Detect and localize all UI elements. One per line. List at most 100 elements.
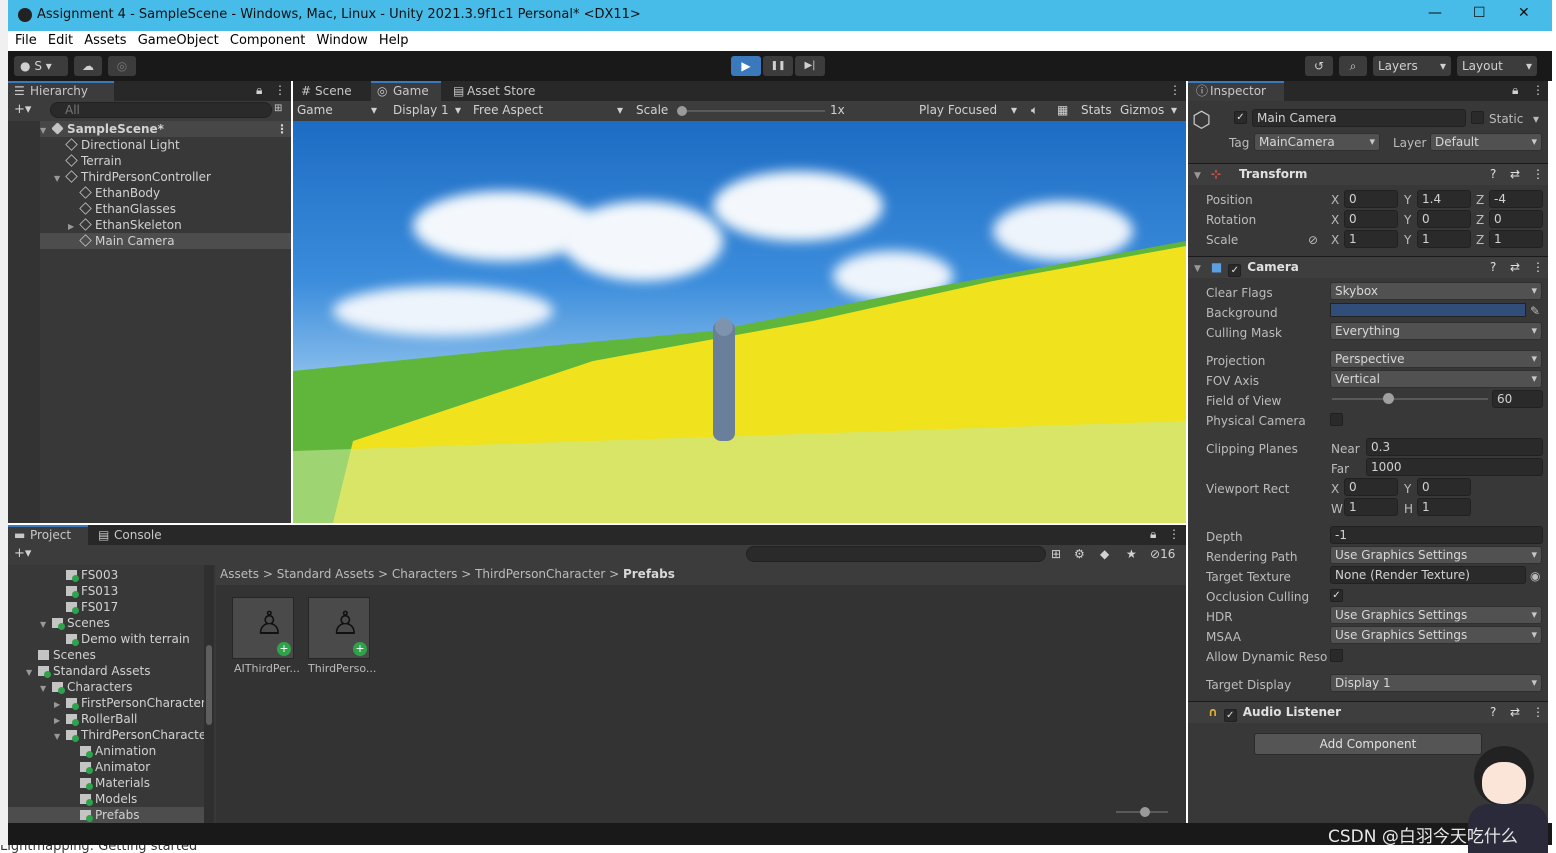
menu-assets[interactable]: Assets xyxy=(84,31,126,50)
tag-dropdown[interactable]: MainCamera xyxy=(1254,133,1380,151)
tab-asset-store[interactable]: ▤ Asset Store xyxy=(445,81,555,101)
tab-project[interactable]: ▬ Project xyxy=(8,525,88,545)
position-x[interactable]: 0 xyxy=(1344,190,1398,208)
link-icon[interactable]: ⊘ xyxy=(1308,232,1318,248)
tree-item[interactable]: ▼ Scenes xyxy=(40,615,110,631)
lock-icon[interactable]: 🔒︎ xyxy=(256,83,262,98)
shortcut-icon[interactable]: ▦ xyxy=(1057,103,1068,117)
project-search[interactable] xyxy=(746,546,1046,562)
eyedropper-icon[interactable]: ✎ xyxy=(1530,303,1540,319)
label-icon[interactable]: ◆ xyxy=(1100,547,1109,561)
list-item[interactable]: EthanGlasses xyxy=(79,201,176,217)
tree-item[interactable]: Models xyxy=(80,791,137,807)
rotation-z[interactable]: 0 xyxy=(1489,210,1543,228)
tree-item[interactable]: FS013 xyxy=(66,583,118,599)
more-icon[interactable]: ⋮ xyxy=(1532,164,1544,185)
static-checkbox[interactable] xyxy=(1471,111,1484,124)
fov-axis-dropdown[interactable]: Vertical xyxy=(1330,370,1542,388)
add-component-button[interactable]: Add Component xyxy=(1254,733,1482,755)
camera-header[interactable]: ▼ ■ ✓ Camera? ⇄ ⋮ xyxy=(1188,256,1548,278)
step-button[interactable]: ▶| xyxy=(795,56,825,76)
more-icon[interactable]: ⋮ xyxy=(1169,83,1181,97)
near-field[interactable]: 0.3 xyxy=(1366,438,1543,456)
layer-dropdown[interactable]: Default xyxy=(1430,133,1542,151)
chevron-down-icon[interactable]: ▾ xyxy=(1171,103,1177,117)
mute-icon[interactable]: 🔈︎ xyxy=(1031,103,1038,118)
preset-icon[interactable]: ⇄ xyxy=(1510,257,1520,278)
lock-icon[interactable]: 🔒︎ xyxy=(1512,83,1518,98)
account-dropdown[interactable]: ● S ▾ xyxy=(14,56,68,76)
preset-icon[interactable]: ⇄ xyxy=(1510,164,1520,185)
menu-help[interactable]: Help xyxy=(379,31,409,50)
zoom-slider-thumb[interactable] xyxy=(1140,807,1150,817)
type-icon[interactable]: ⚙ xyxy=(1074,547,1085,561)
audio-enabled-checkbox[interactable]: ✓ xyxy=(1223,709,1237,722)
tree-item[interactable]: FS017 xyxy=(66,599,118,615)
viewport-x[interactable]: 0 xyxy=(1344,478,1398,496)
position-y[interactable]: 1.4 xyxy=(1417,190,1471,208)
help-icon[interactable]: ? xyxy=(1490,702,1496,723)
aspect-dropdown[interactable]: Free Aspect ▾ xyxy=(473,103,627,117)
crumb[interactable]: Assets xyxy=(220,567,259,581)
hidden-count[interactable]: ⊘16 xyxy=(1150,547,1175,561)
layers-dropdown[interactable]: Layers ▾ xyxy=(1373,56,1451,76)
display-dropdown[interactable]: Display 1 ▾ xyxy=(393,103,465,117)
stats-button[interactable]: Stats xyxy=(1081,103,1112,117)
tab-console[interactable]: ▤ Console xyxy=(92,525,176,545)
tree-item[interactable]: ▶ RollerBall xyxy=(54,711,137,727)
minimize-button[interactable]: — xyxy=(1428,5,1442,21)
game-viewport[interactable] xyxy=(293,121,1186,523)
audio-listener-header[interactable]: ∩ ✓ Audio Listener? ⇄ ⋮ xyxy=(1188,701,1548,723)
viewport-w[interactable]: 1 xyxy=(1344,498,1398,516)
prefab-thumbnail[interactable]: ♙ + xyxy=(232,597,294,659)
depth-field[interactable]: -1 xyxy=(1330,526,1543,544)
scene-row[interactable]: ▼ SampleScene* ⋮ xyxy=(40,121,291,137)
background-color-swatch[interactable] xyxy=(1330,303,1526,317)
projection-dropdown[interactable]: Perspective xyxy=(1330,350,1542,368)
list-item[interactable]: Directional Light xyxy=(65,137,180,153)
play-focused-dropdown[interactable]: Play Focused ▾ xyxy=(919,103,1023,117)
preset-icon[interactable]: ⇄ xyxy=(1510,702,1520,723)
crumb[interactable]: ThirdPersonCharacter xyxy=(475,567,605,581)
transform-header[interactable]: ▼ ⊹ Transform? ⇄ ⋮ xyxy=(1188,163,1548,185)
rendering-path-dropdown[interactable]: Use Graphics Settings xyxy=(1330,546,1542,564)
star-icon[interactable]: ★ xyxy=(1126,547,1137,561)
viewport-h[interactable]: 1 xyxy=(1417,498,1471,516)
dynamic-resolution-checkbox[interactable] xyxy=(1330,649,1343,662)
pause-button[interactable]: ❚❚ xyxy=(763,56,793,76)
game-mode-dropdown[interactable]: Game ▾ xyxy=(297,103,383,117)
help-icon[interactable]: ? xyxy=(1490,257,1496,278)
tab-inspector[interactable]: ⓘ Inspector xyxy=(1188,81,1284,101)
camera-enabled-checkbox[interactable]: ✓ xyxy=(1228,264,1242,277)
menu-window[interactable]: Window xyxy=(317,31,368,50)
menu-gameobject[interactable]: GameObject xyxy=(138,31,219,50)
menu-edit[interactable]: Edit xyxy=(48,31,73,50)
more-icon[interactable]: ⋮ xyxy=(1532,702,1544,723)
scale-z[interactable]: 1 xyxy=(1489,230,1543,248)
tree-item-selected[interactable]: Prefabs xyxy=(8,807,204,823)
cloud-icon[interactable]: ☁ xyxy=(74,56,102,76)
physical-camera-checkbox[interactable] xyxy=(1330,413,1343,426)
list-item[interactable]: Terrain xyxy=(65,153,122,169)
fov-slider-track[interactable] xyxy=(1332,398,1488,400)
clear-flags-dropdown[interactable]: Skybox xyxy=(1330,282,1542,300)
position-z[interactable]: -4 xyxy=(1489,190,1543,208)
tree-item[interactable]: Scenes xyxy=(38,647,96,663)
add-button[interactable]: +▾ xyxy=(14,102,31,117)
chevron-down-icon[interactable]: ▾ xyxy=(1533,111,1539,127)
target-texture-field[interactable]: None (Render Texture) xyxy=(1330,566,1526,584)
maximize-button[interactable]: ☐ xyxy=(1473,5,1486,21)
tree-item[interactable]: Demo with terrain xyxy=(66,631,190,647)
hierarchy-search[interactable]: All xyxy=(50,102,272,118)
collab-icon[interactable]: ◎ xyxy=(108,56,136,76)
tree-scrollbar[interactable] xyxy=(204,565,214,823)
gizmos-button[interactable]: Gizmos xyxy=(1120,103,1164,117)
scale-x[interactable]: 1 xyxy=(1344,230,1398,248)
help-icon[interactable]: ? xyxy=(1490,164,1496,185)
crumb[interactable]: Standard Assets xyxy=(277,567,374,581)
add-button[interactable]: +▾ xyxy=(14,546,31,561)
menu-component[interactable]: Component xyxy=(230,31,305,50)
fov-field[interactable]: 60 xyxy=(1492,390,1543,408)
filter-icon[interactable]: ⊞ xyxy=(1051,547,1061,561)
tree-item[interactable]: ▼ ThirdPersonCharacter xyxy=(54,727,211,743)
